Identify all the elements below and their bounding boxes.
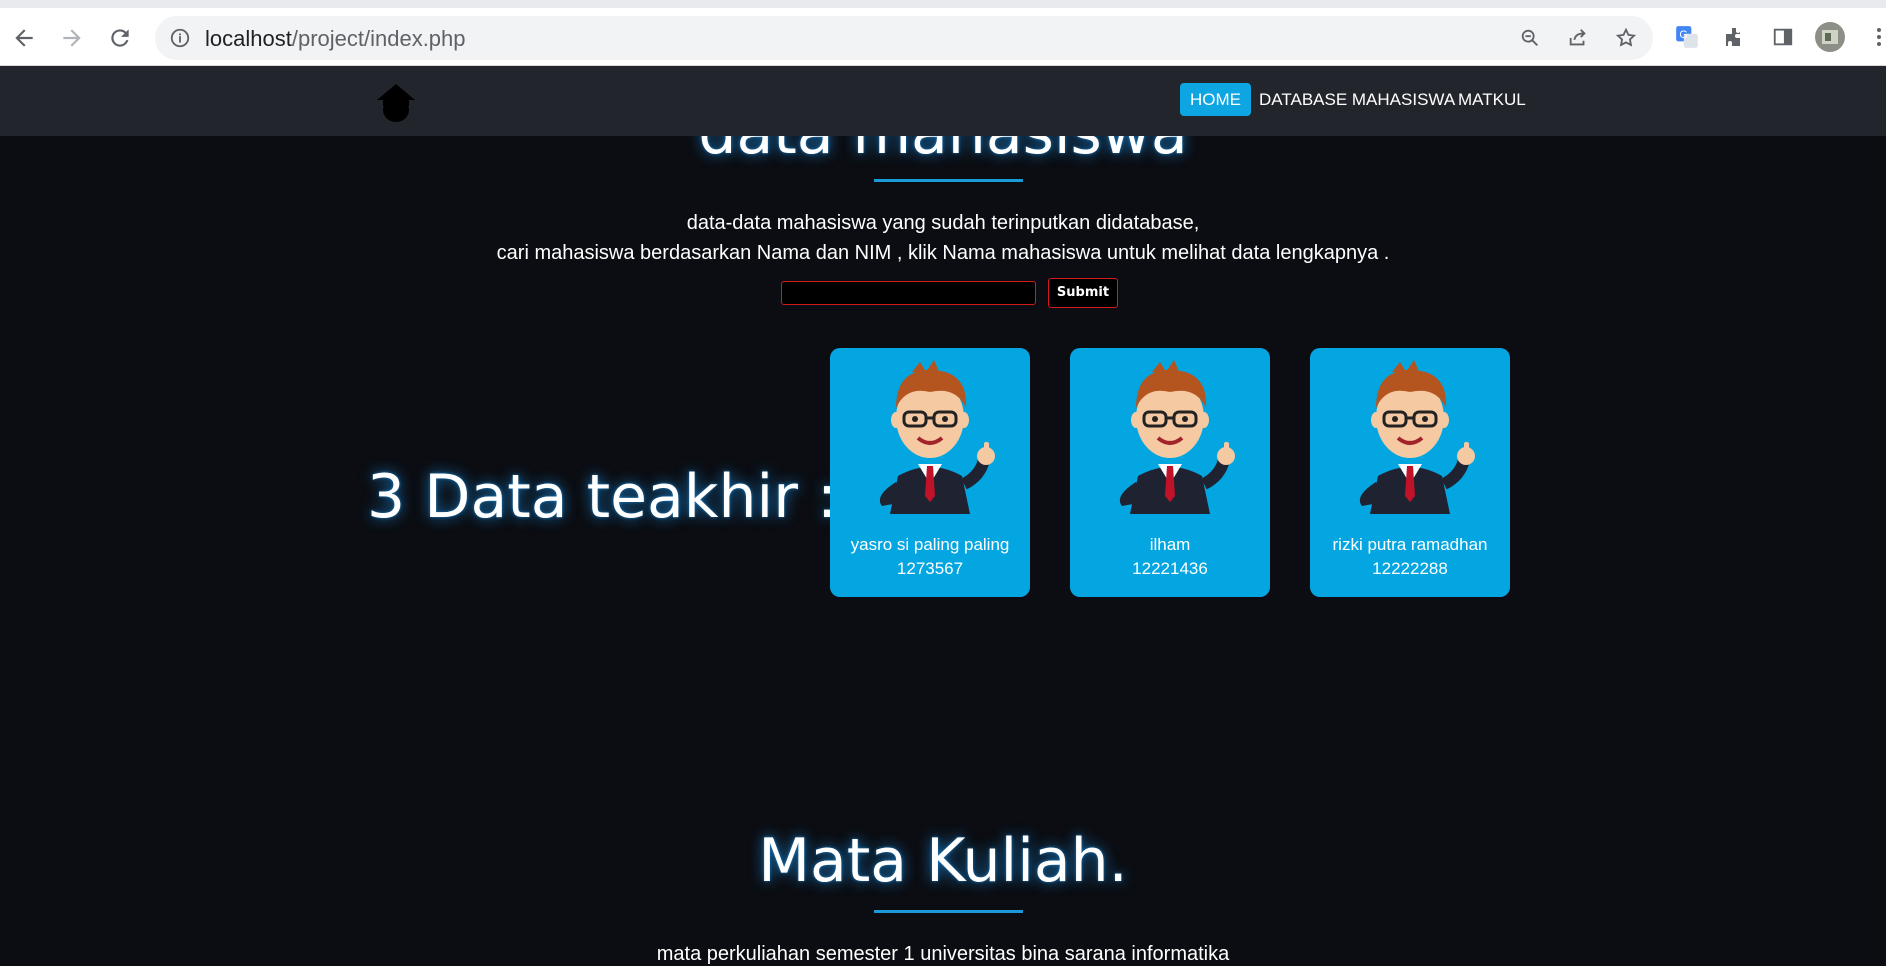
back-icon[interactable]	[8, 22, 40, 54]
url-host: localhost	[205, 26, 292, 51]
share-icon[interactable]	[1564, 24, 1592, 52]
student-card[interactable]: ilham 12221436	[1070, 348, 1270, 597]
student-nim: 12221436	[1132, 559, 1208, 578]
tab-strip	[0, 0, 1886, 8]
reload-icon[interactable]	[104, 22, 136, 54]
star-icon[interactable]	[1612, 24, 1640, 52]
student-name[interactable]: ilham	[1070, 535, 1270, 555]
nav-database-mahasiswa[interactable]: DATABASE MAHASISWA	[1249, 83, 1465, 116]
matkul-desc: mata perkuliahan semester 1 universitas …	[656, 943, 1230, 965]
hero-desc-line1: data-data mahasiswa yang sudah terinputk…	[686, 212, 1200, 234]
translate-icon[interactable]: G	[1670, 20, 1704, 54]
matkul-title: Mata Kuliah.	[758, 826, 1128, 896]
student-card[interactable]: rizki putra ramadhan 12222288	[1310, 348, 1510, 597]
hero-desc-line2: cari mahasiswa berdasarkan Nama dan NIM …	[496, 242, 1390, 264]
student-name[interactable]: rizki putra ramadhan	[1310, 535, 1510, 555]
student-card[interactable]: yasro si paling paling 1273567	[830, 348, 1030, 597]
avatar-illustration	[1359, 360, 1475, 514]
submit-button[interactable]: Submit	[1048, 278, 1118, 308]
svg-text:G: G	[1679, 29, 1687, 41]
sidepanel-icon[interactable]	[1766, 20, 1800, 54]
nav-matkul[interactable]: MATKUL	[1448, 83, 1536, 116]
zoom-icon[interactable]	[1516, 24, 1544, 52]
url-text[interactable]: localhost/project/index.php	[205, 26, 466, 52]
student-nim: 12222288	[1372, 559, 1448, 578]
avatar-illustration	[879, 360, 995, 514]
hero-title-underline	[874, 179, 1023, 182]
student-name[interactable]: yasro si paling paling	[830, 535, 1030, 555]
student-nim: 1273567	[896, 559, 964, 578]
logo-icon[interactable]	[375, 82, 417, 124]
site-navbar	[0, 66, 1886, 136]
latest-data-title: 3 Data teakhir :	[367, 462, 838, 532]
forward-icon[interactable]	[56, 22, 88, 54]
avatar-illustration	[1119, 360, 1235, 514]
url-path: /project/index.php	[291, 26, 466, 51]
nav-home[interactable]: HOME	[1180, 83, 1251, 116]
menu-icon[interactable]	[1862, 20, 1886, 54]
extensions-icon[interactable]	[1718, 20, 1752, 54]
profile-icon[interactable]	[1813, 20, 1847, 54]
search-input[interactable]	[781, 281, 1036, 305]
info-icon[interactable]	[166, 24, 194, 52]
matkul-title-underline	[874, 910, 1023, 913]
